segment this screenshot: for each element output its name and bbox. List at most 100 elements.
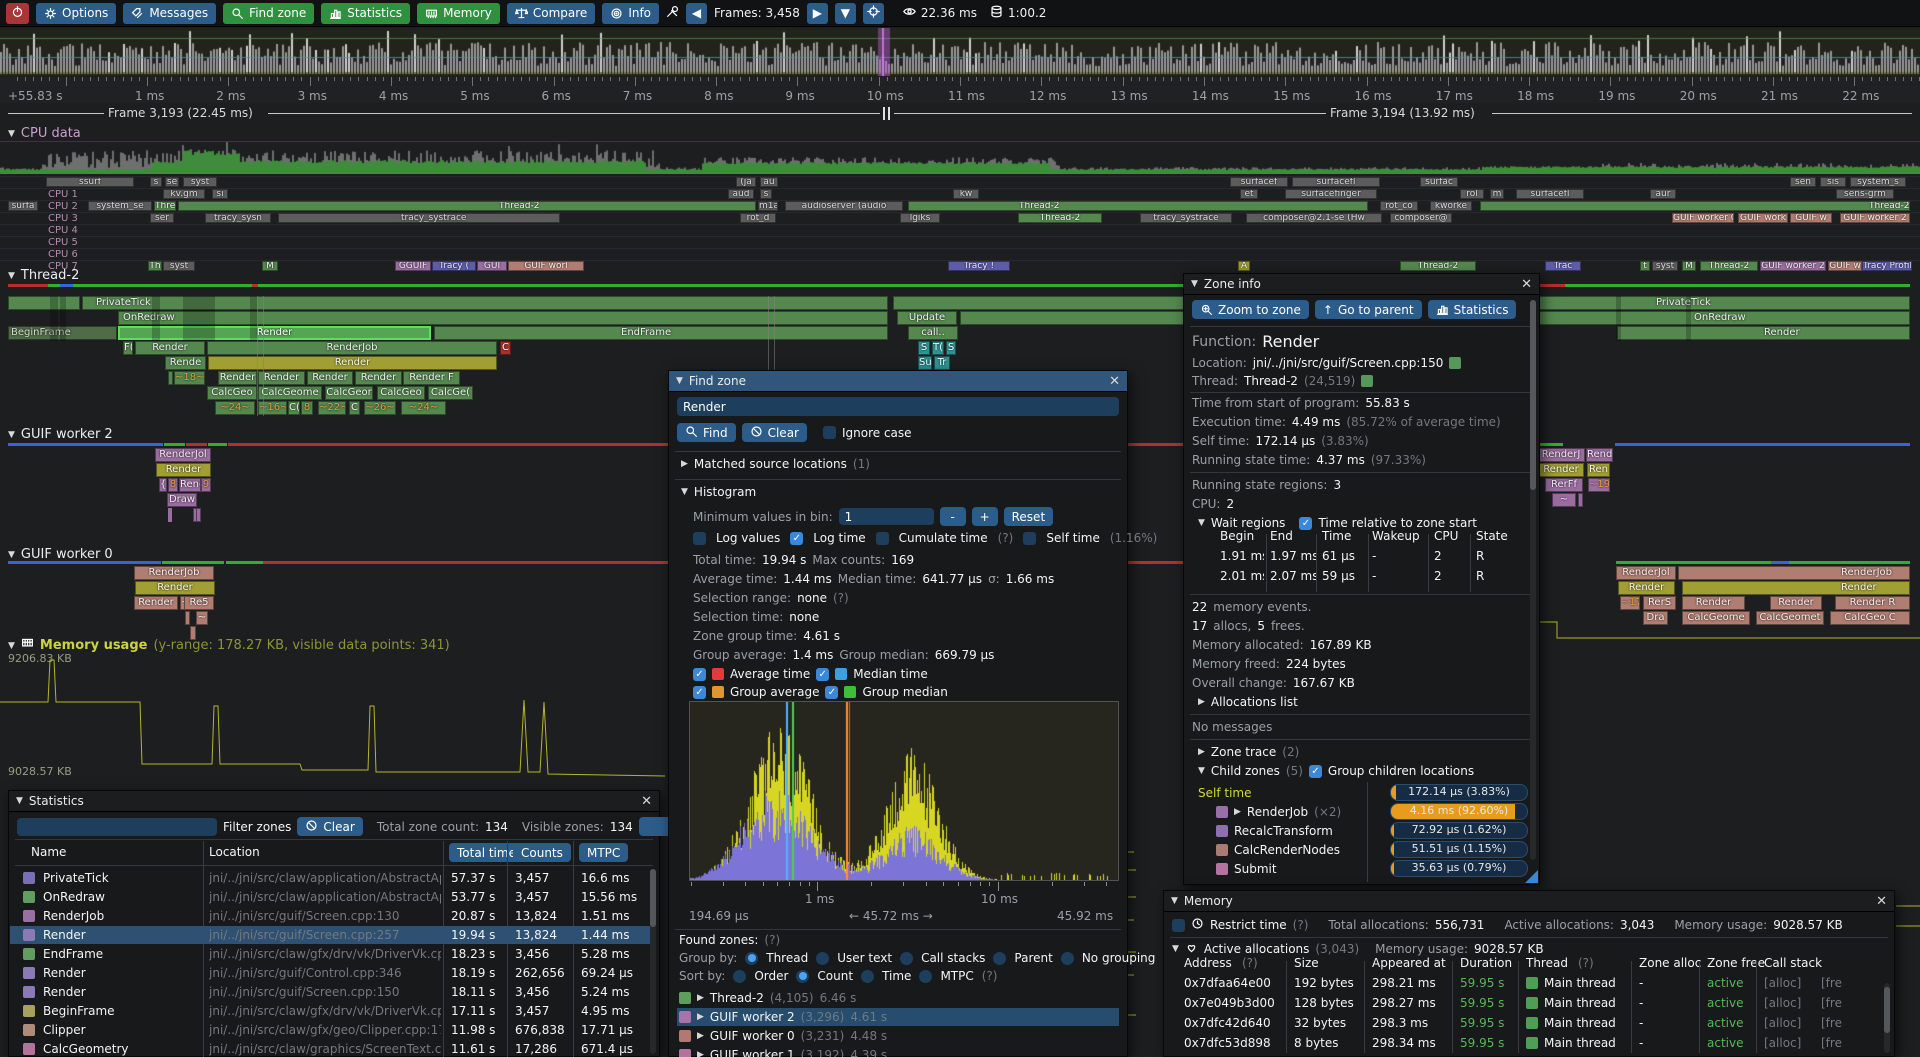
legend-checkbox[interactable]: ✓	[825, 686, 838, 699]
self-time-checkbox[interactable]	[1023, 532, 1036, 545]
histogram-section[interactable]: Histogram	[694, 485, 756, 499]
mem-col-address[interactable]: Address	[1184, 956, 1232, 970]
source-color-swatch[interactable]	[1449, 357, 1461, 369]
expand-icon[interactable]: ▶	[1198, 697, 1205, 707]
mem-col-duration[interactable]: Duration	[1460, 956, 1512, 970]
help-icon[interactable]: (?)	[982, 969, 998, 983]
expand-icon[interactable]: ▶	[1198, 747, 1205, 757]
mem-col-appeared-at[interactable]: Appeared at	[1372, 956, 1446, 970]
memory-titlebar[interactable]: ▼ Memory ✕	[1164, 891, 1894, 912]
thread-radio[interactable]	[745, 952, 758, 965]
statistics-row[interactable]: Renderjni/../jni/src/guif/Control.cpp:34…	[10, 964, 650, 982]
statistics-row[interactable]: Renderjni/../jni/src/guif/Screen.cpp:257…	[10, 926, 650, 944]
close-icon[interactable]: ✕	[1109, 374, 1120, 389]
statistics-row[interactable]: PrivateTickjni/../jni/src/claw/applicati…	[10, 869, 650, 887]
histogram-plot[interactable]	[689, 701, 1119, 881]
legend-checkbox[interactable]: ✓	[693, 686, 706, 699]
min-bin-decrease-button[interactable]: -	[940, 507, 966, 526]
legend-checkbox[interactable]: ✓	[693, 668, 706, 681]
search-input[interactable]: Render	[677, 397, 1119, 416]
mem-col-size[interactable]: Size	[1294, 956, 1319, 970]
find-button[interactable]: Find	[677, 423, 736, 442]
col-header-counts[interactable]: Counts	[513, 843, 571, 862]
child-zone-row[interactable]: RecalcTransform72.92 μs (1.62%)	[1198, 822, 1528, 839]
close-icon[interactable]: ✕	[641, 794, 652, 809]
statistics-row[interactable]: CalcGeometryjni/../jni/src/claw/graphics…	[10, 1040, 650, 1057]
parent-radio[interactable]	[993, 952, 1006, 965]
clear-button[interactable]: Clear	[742, 423, 807, 442]
col-header-total-time[interactable]: Total time	[449, 843, 519, 862]
found-zone-group[interactable]: ▶Thread-2(4,105)6.46 s	[677, 989, 1119, 1007]
collapse-icon[interactable]: ▼	[1198, 766, 1205, 776]
statistics-titlebar[interactable]: ▼ Statistics ✕	[9, 791, 659, 812]
legend-checkbox[interactable]: ✓	[816, 668, 829, 681]
child-zone-row[interactable]: Self time172.14 μs (3.83%)	[1198, 784, 1528, 801]
scrollbar-thumb[interactable]	[650, 869, 656, 927]
relative-time-checkbox[interactable]: ✓	[1299, 517, 1312, 530]
log-values-checkbox[interactable]	[693, 532, 706, 545]
found-zone-group[interactable]: ▶GUIF worker 2(3,296)4.61 s	[677, 1008, 1119, 1026]
child-zone-row[interactable]: ▶RenderJob(×2)4.16 ms (92.60%)	[1198, 803, 1528, 820]
help-icon[interactable]: (?)	[1578, 956, 1594, 970]
statistics-row[interactable]: RenderJobjni/../jni/src/guif/Screen.cpp:…	[10, 907, 650, 925]
min-bin-increase-button[interactable]: +	[972, 507, 998, 526]
filter-input[interactable]	[17, 818, 217, 836]
statistics-row[interactable]: BeginFramejni/../jni/src/claw/gfx/drv/vk…	[10, 1002, 650, 1020]
clear-filter-button[interactable]: Clear	[297, 817, 362, 836]
order-radio[interactable]	[733, 970, 746, 983]
mem-col-thread[interactable]: Thread	[1526, 956, 1568, 970]
zone-trace-section[interactable]: Zone trace	[1211, 745, 1276, 759]
matched-source-locations[interactable]: Matched source locations	[694, 457, 847, 471]
zoom-to-zone-button[interactable]: Zoom to zone	[1192, 300, 1309, 319]
scrollbar-thumb[interactable]	[1530, 300, 1536, 490]
user-text-radio[interactable]	[816, 952, 829, 965]
mtpc-radio[interactable]	[919, 970, 932, 983]
zone-info-titlebar[interactable]: ▼ Zone info ✕	[1184, 274, 1539, 295]
close-icon[interactable]: ✕	[1521, 277, 1532, 292]
no-grouping-radio[interactable]	[1061, 952, 1074, 965]
axis-range[interactable]: ← 45.72 ms →	[849, 909, 933, 923]
statistics-button[interactable]: Statistics	[1428, 300, 1517, 319]
child-zone-row[interactable]: Submit35.63 μs (0.79%)	[1198, 860, 1528, 877]
help-icon[interactable]: (?)	[1293, 918, 1309, 932]
col-header-name[interactable]: Name	[31, 845, 66, 859]
scrollbar-thumb[interactable]	[1884, 987, 1890, 1033]
help-icon[interactable]: (?)	[1242, 956, 1258, 970]
mem-col-call-stack[interactable]: Call stack	[1764, 956, 1822, 970]
count-radio[interactable]	[796, 970, 809, 983]
help-icon[interactable]: (?)	[764, 933, 780, 947]
child-zone-row[interactable]: CalcRenderNodes51.51 μs (1.15%)	[1198, 841, 1528, 858]
expand-icon[interactable]: ▶	[681, 459, 688, 469]
statistics-row[interactable]: EndFramejni/../jni/src/claw/gfx/drv/vk/D…	[10, 945, 650, 963]
min-bin-input[interactable]: 1	[839, 508, 934, 525]
allocations-list-section[interactable]: Allocations list	[1211, 695, 1298, 709]
log-time-checkbox[interactable]: ✓	[790, 532, 803, 545]
find-zone-titlebar[interactable]: ▼ Find zone ✕	[669, 371, 1127, 392]
active-allocations-section[interactable]: Active allocations	[1204, 942, 1310, 956]
reset-button[interactable]: Reset	[1004, 507, 1054, 526]
restrict-time-checkbox[interactable]	[1172, 919, 1185, 932]
wait-regions-section[interactable]: Wait regions	[1211, 516, 1286, 530]
col-header-mtpc[interactable]: MTPC	[579, 843, 628, 862]
cumulate-time-checkbox[interactable]	[876, 532, 889, 545]
found-zone-group[interactable]: ▶GUIF worker 0(3,231)4.48 s	[677, 1027, 1119, 1045]
statistics-row[interactable]: Renderjni/../jni/src/guif/Screen.cpp:150…	[10, 983, 650, 1001]
found-zone-group[interactable]: ▶GUIF worker 1(3,192)4.39 s	[677, 1046, 1119, 1057]
collapse-icon[interactable]: ▼	[1172, 944, 1179, 954]
go-to-parent-button[interactable]: ↑Go to parent	[1315, 300, 1422, 319]
time-radio[interactable]	[861, 970, 874, 983]
group-time: 4.39 s	[850, 1048, 887, 1057]
thread-color-swatch[interactable]	[1361, 375, 1373, 387]
collapse-icon[interactable]: ▼	[681, 487, 688, 497]
call-stacks-radio[interactable]	[900, 952, 913, 965]
statistics-row[interactable]: Clipperjni/../jni/src/claw/gfx/geo/Clipp…	[10, 1021, 650, 1039]
resize-handle[interactable]	[1525, 870, 1538, 883]
ignore-case-checkbox[interactable]	[823, 426, 836, 439]
collapse-icon[interactable]: ▼	[1198, 518, 1205, 528]
mem-col-zone-alloc[interactable]: Zone alloc	[1639, 956, 1701, 970]
group-children-checkbox[interactable]: ✓	[1309, 765, 1322, 778]
child-zones-section[interactable]: Child zones	[1211, 764, 1280, 778]
col-header-location[interactable]: Location	[209, 845, 260, 859]
close-icon[interactable]: ✕	[1876, 894, 1887, 909]
statistics-row[interactable]: OnRedrawjni/../jni/src/claw/application/…	[10, 888, 650, 906]
